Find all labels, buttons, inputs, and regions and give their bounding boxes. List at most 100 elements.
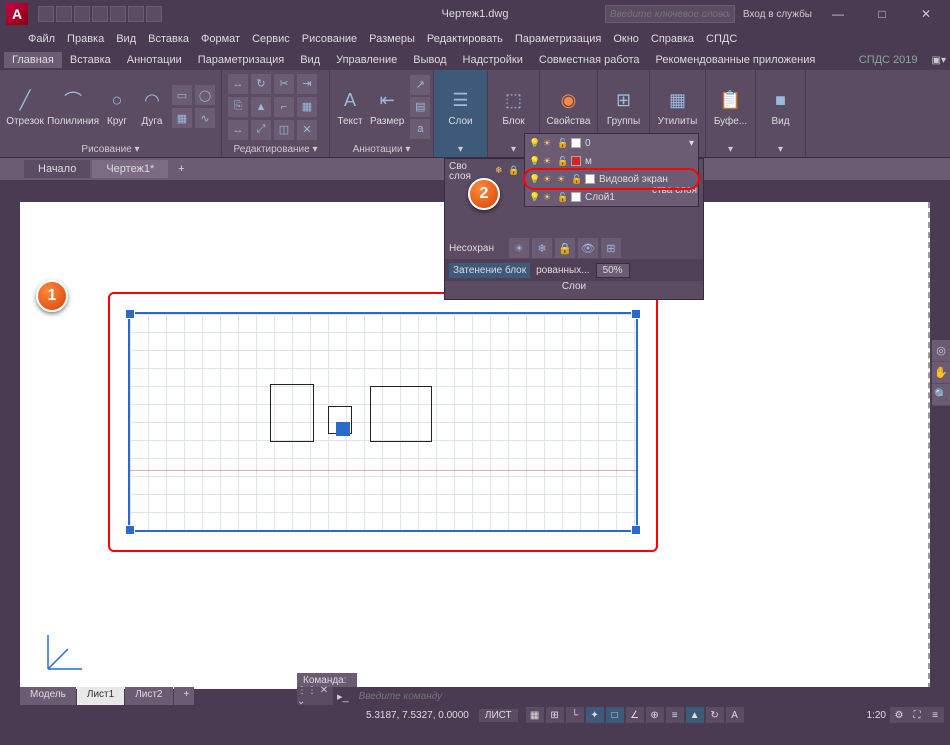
- nav-pan-icon[interactable]: ✋: [932, 362, 950, 384]
- drawn-rect-1[interactable]: [270, 384, 314, 442]
- qat-save-icon[interactable]: [74, 6, 90, 22]
- qat-open-icon[interactable]: [56, 6, 72, 22]
- minimize-button[interactable]: —: [820, 4, 856, 24]
- viewport-rectangle[interactable]: [128, 312, 638, 532]
- ribbon-tab-parametric[interactable]: Параметризация: [190, 52, 292, 68]
- tool-scale-icon[interactable]: ⤢: [251, 120, 271, 140]
- doc-tab-start[interactable]: Начало: [24, 160, 90, 178]
- menu-file[interactable]: Файл: [28, 33, 55, 45]
- grip-br[interactable]: [631, 525, 641, 535]
- tool-dimension[interactable]: ⇤Размер: [370, 86, 404, 127]
- panel-modify-title[interactable]: Редактирование ▾: [228, 141, 323, 157]
- help-search-input[interactable]: [605, 5, 735, 23]
- layer-lock-all-icon[interactable]: 🔒: [508, 165, 518, 175]
- layer-item-0[interactable]: 💡☀🔓 0 ▾: [525, 134, 698, 152]
- menu-spds[interactable]: СПДС: [706, 33, 737, 45]
- tool-properties[interactable]: ◉Свойства: [546, 86, 591, 127]
- grip-tr[interactable]: [631, 309, 641, 319]
- menu-view[interactable]: Вид: [116, 33, 136, 45]
- doc-tab-new-icon[interactable]: +: [170, 163, 192, 175]
- status-coordinates[interactable]: 5.3187, 7.5327, 0.0000: [366, 710, 469, 721]
- app-icon[interactable]: A: [6, 3, 28, 25]
- drawn-rect-3[interactable]: [370, 386, 432, 442]
- panel-clip-arrow[interactable]: ▾: [712, 141, 749, 157]
- status-space-toggle[interactable]: ЛИСТ: [479, 709, 518, 722]
- bulb-icon[interactable]: 💡: [529, 156, 539, 166]
- ribbon-tab-spds[interactable]: СПДС 2019: [851, 52, 926, 68]
- tool-rotate-icon[interactable]: ↻: [251, 74, 271, 94]
- layout-tab-model[interactable]: Модель: [20, 687, 76, 705]
- signin-button[interactable]: Вход в службы: [743, 9, 812, 20]
- menu-edit[interactable]: Правка: [67, 33, 104, 45]
- panel-layers-arrow[interactable]: ▾: [440, 141, 481, 157]
- tool-copy-icon[interactable]: ⎘: [228, 97, 248, 117]
- ribbon-tab-view[interactable]: Вид: [292, 52, 328, 68]
- bulb-icon[interactable]: 💡: [529, 192, 539, 202]
- layer-tool-4-icon[interactable]: 👁: [578, 238, 598, 258]
- bulb-icon[interactable]: 💡: [529, 138, 539, 148]
- panel-annot-title[interactable]: Аннотации ▾: [336, 141, 427, 157]
- tool-move-icon[interactable]: ↔: [228, 74, 248, 94]
- status-ortho-icon[interactable]: └: [566, 707, 584, 723]
- shade-lock-button[interactable]: Затенение блок: [449, 263, 530, 278]
- shade-value-input[interactable]: 50%: [596, 263, 630, 278]
- menu-help[interactable]: Справка: [651, 33, 694, 45]
- sun-icon[interactable]: ☀: [543, 156, 553, 166]
- tool-offset-icon[interactable]: ◫: [274, 120, 294, 140]
- layer-item-1[interactable]: 💡☀🔓 м: [525, 152, 698, 170]
- qat-new-icon[interactable]: [38, 6, 54, 22]
- tool-clipboard[interactable]: 📋Буфе...: [712, 86, 749, 127]
- tool-extend-icon[interactable]: ⇥: [297, 74, 317, 94]
- status-gear-icon[interactable]: ⚙: [890, 707, 908, 723]
- tool-hatch-icon[interactable]: ▦: [172, 108, 192, 128]
- layer-item-viewport[interactable]: 💡☀☀🔓 Видовой экран: [525, 170, 698, 188]
- lock-icon[interactable]: 🔓: [557, 138, 567, 148]
- qat-redo-icon[interactable]: [146, 6, 162, 22]
- status-polar-icon[interactable]: ✦: [586, 707, 604, 723]
- tool-block[interactable]: ⬚Блок: [494, 86, 533, 127]
- menu-tools[interactable]: Сервис: [252, 33, 290, 45]
- tool-layers[interactable]: ☰Слои: [440, 86, 481, 127]
- tool-fillet-icon[interactable]: ⌐: [274, 97, 294, 117]
- sun2-icon[interactable]: ☀: [557, 174, 567, 184]
- tool-erase-icon[interactable]: ✕: [297, 120, 317, 140]
- ucs-icon[interactable]: [44, 629, 88, 673]
- panel-view-arrow[interactable]: ▾: [762, 141, 799, 157]
- layout-tab-sheet1[interactable]: Лист1: [77, 687, 124, 705]
- ribbon-tab-insert[interactable]: Вставка: [62, 52, 119, 68]
- ribbon-collapse-icon[interactable]: ▣▾: [932, 55, 946, 66]
- tool-ellipse-icon[interactable]: ◯: [195, 85, 215, 105]
- layer-tool-3-icon[interactable]: 🔒: [555, 238, 575, 258]
- menu-insert[interactable]: Вставка: [148, 33, 189, 45]
- tool-rect-icon[interactable]: ▭: [172, 85, 192, 105]
- lock-icon[interactable]: 🔓: [571, 174, 581, 184]
- maximize-button[interactable]: □: [864, 4, 900, 24]
- nav-zoom-icon[interactable]: 🔍: [932, 384, 950, 406]
- layer-tool-2-icon[interactable]: ❄: [532, 238, 552, 258]
- tool-groups[interactable]: ⊞Группы: [604, 86, 643, 127]
- tool-utilities[interactable]: ▦Утилиты: [656, 86, 699, 127]
- tool-circle[interactable]: ○Круг: [102, 86, 132, 127]
- status-osnap-icon[interactable]: □: [606, 707, 624, 723]
- status-lwt-icon[interactable]: ≡: [666, 707, 684, 723]
- ribbon-tab-annotate[interactable]: Аннотации: [119, 52, 190, 68]
- status-customize-icon[interactable]: ≡: [926, 707, 944, 723]
- tool-line[interactable]: ╱Отрезок: [6, 86, 44, 127]
- layout-tab-sheet2[interactable]: Лист2: [125, 687, 172, 705]
- command-handle-icon[interactable]: ⋮⋮ ✕ ⌄: [297, 687, 333, 705]
- tool-text[interactable]: AТекст: [336, 86, 364, 127]
- status-scale[interactable]: 1:20: [867, 710, 886, 721]
- chevron-down-icon[interactable]: ▾: [689, 138, 694, 149]
- command-input[interactable]: [353, 691, 930, 702]
- status-cycle-icon[interactable]: ↻: [706, 707, 724, 723]
- tool-polyline[interactable]: ⌒Полилиния: [50, 86, 96, 127]
- status-anno-icon[interactable]: A: [726, 707, 744, 723]
- status-grid-icon[interactable]: ▦: [526, 707, 544, 723]
- qat-saveas-icon[interactable]: [92, 6, 108, 22]
- panel-draw-title[interactable]: Рисование ▾: [6, 141, 215, 157]
- ribbon-tab-output[interactable]: Вывод: [405, 52, 454, 68]
- menu-modify[interactable]: Редактировать: [427, 33, 503, 45]
- grip-bl[interactable]: [125, 525, 135, 535]
- status-fullscreen-icon[interactable]: ⛶: [908, 707, 926, 723]
- tool-spline-icon[interactable]: ∿: [195, 108, 215, 128]
